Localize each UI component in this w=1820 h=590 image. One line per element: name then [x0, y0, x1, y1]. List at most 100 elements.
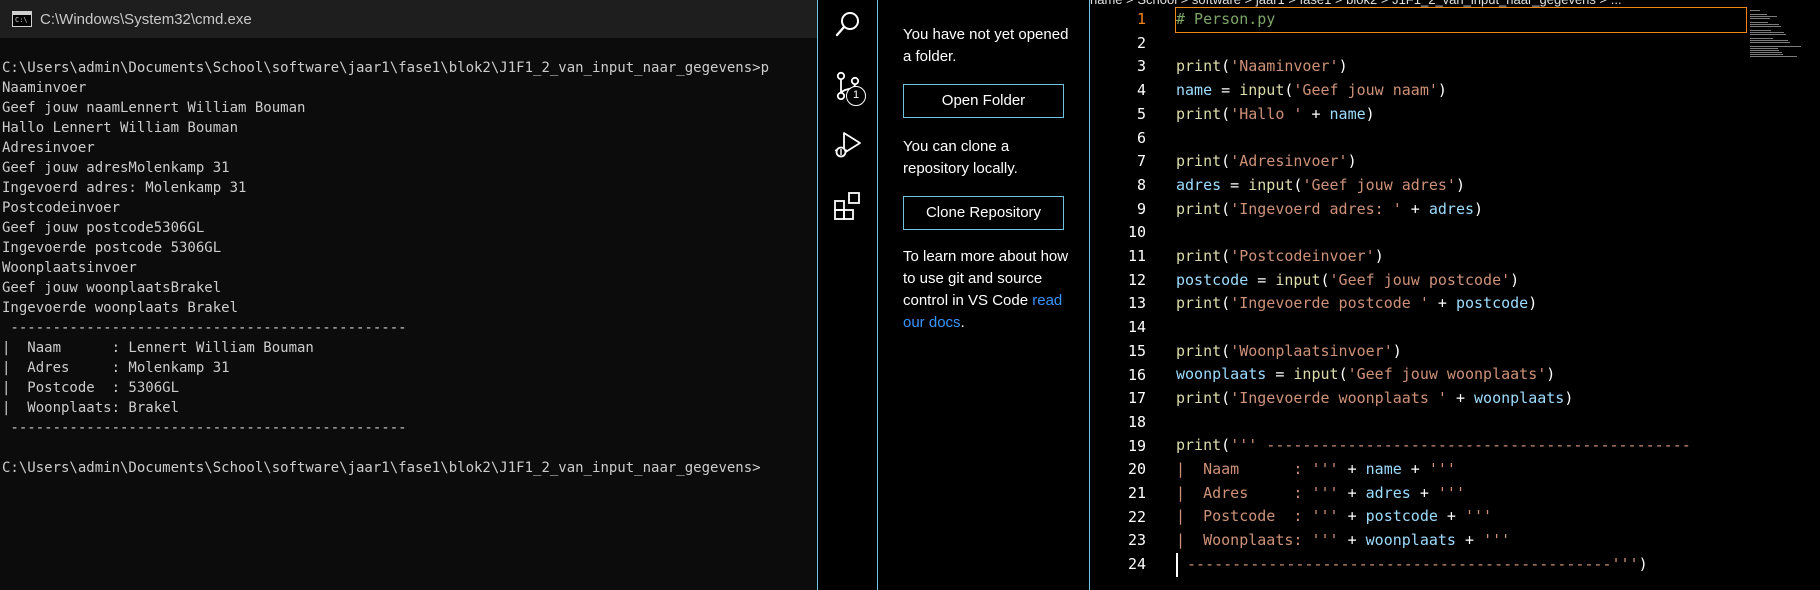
clone-repository-button[interactable]: Clone Repository — [903, 196, 1064, 230]
code-token: adres — [1365, 483, 1411, 502]
code-token: postcode — [1365, 507, 1438, 526]
code-line[interactable] — [1176, 316, 1816, 340]
code-token: 'Ingevoerd adres: ' — [1230, 199, 1402, 218]
run-debug-icon[interactable] — [832, 128, 864, 160]
code-line[interactable]: print('Ingevoerd adres: ' + adres) — [1176, 198, 1816, 222]
code-token: + — [1401, 199, 1429, 218]
code-line[interactable]: print('Hallo ' + name) — [1176, 103, 1816, 127]
code-token: ) — [1564, 389, 1574, 407]
minimap-line — [1750, 14, 1768, 15]
code-editor[interactable]: name > School > software > jaar1 > fase1… — [1090, 0, 1820, 590]
code-token: ----------------------------------------… — [1178, 554, 1639, 573]
code-line[interactable]: | Naam : ''' + name + ''' — [1176, 458, 1816, 482]
minimap-line — [1750, 22, 1768, 23]
minimap-line — [1750, 54, 1784, 55]
code-token: woonplaats — [1176, 365, 1267, 384]
minimap-line — [1750, 52, 1782, 53]
line-number: 17 — [1127, 389, 1146, 408]
code-line[interactable]: adres = input('Geef jouw adres') — [1176, 174, 1816, 198]
code-line[interactable] — [1176, 411, 1816, 435]
code-token: ( — [1221, 389, 1231, 407]
line-number: 14 — [1127, 318, 1146, 337]
code-line[interactable] — [1176, 126, 1816, 150]
minimap-line — [1750, 50, 1779, 51]
code-token: ( — [1221, 104, 1231, 123]
code-token: | Woonplaats: ''' — [1176, 531, 1339, 550]
code-line[interactable]: | Woonplaats: ''' + woonplaats + ''' — [1176, 529, 1816, 553]
code-token: ''' — [1428, 460, 1456, 479]
code-token: print — [1176, 294, 1222, 313]
code-token: ) — [1365, 104, 1375, 123]
code-token: | Adres : ''' — [1176, 483, 1339, 502]
code-line[interactable]: print('Ingevoerde postcode ' + postcode) — [1176, 292, 1816, 316]
cmd-console-output[interactable]: C:\Users\admin\Documents\School\software… — [2, 58, 817, 478]
code-token: | Postcode : ''' — [1176, 507, 1339, 526]
code-line[interactable] — [1176, 221, 1816, 245]
console-line: Woonplaatsinvoer — [2, 260, 137, 276]
code-token: 'Geef jouw woonplaats' — [1347, 365, 1547, 384]
cmd-window[interactable]: C:\ C:\Windows\System32\cmd.exe C:\Users… — [0, 0, 817, 590]
code-line[interactable]: postcode = input('Geef jouw postcode') — [1176, 269, 1816, 293]
console-line: Ingevoerd adres: Molenkamp 31 — [2, 180, 247, 196]
line-number: 1 — [1136, 10, 1146, 28]
code-line[interactable]: | Postcode : ''' + postcode + ''' — [1176, 505, 1816, 529]
extensions-icon[interactable] — [832, 190, 864, 222]
code-line[interactable]: name = input('Geef jouw naam') — [1176, 79, 1816, 103]
code-line[interactable]: ----------------------------------------… — [1176, 552, 1816, 577]
code-line[interactable]: woonplaats = input('Geef jouw woonplaats… — [1176, 363, 1816, 387]
cmd-title-bar[interactable]: C:\ C:\Windows\System32\cmd.exe — [0, 0, 817, 38]
code-token: | Naam : ''' — [1176, 460, 1339, 479]
minimap-line — [1750, 24, 1779, 25]
code-line[interactable] — [1176, 32, 1816, 56]
line-number: 3 — [1136, 57, 1146, 76]
open-folder-button[interactable]: Open Folder — [903, 84, 1064, 118]
console-line: Geef jouw woonplaatsBrakel — [2, 280, 222, 296]
code-token: ) — [1510, 270, 1520, 289]
minimap-line — [1750, 48, 1778, 49]
code-token: name — [1329, 104, 1366, 123]
code-token: ( — [1221, 341, 1231, 360]
code-line[interactable]: print('Adresinvoer') — [1176, 150, 1816, 174]
code-line[interactable]: | Adres : ''' + adres + ''' — [1176, 482, 1816, 506]
code-token: print — [1176, 152, 1222, 171]
code-token: + — [1338, 460, 1366, 479]
code-token: postcode — [1176, 270, 1249, 289]
code-line[interactable]: print('Naaminvoer') — [1176, 55, 1816, 79]
code-line[interactable]: print(''' ------------------------------… — [1176, 434, 1816, 458]
console-line: C:\Users\admin\Documents\School\software… — [2, 460, 761, 476]
code-token: ) — [1437, 81, 1447, 100]
code-token: + — [1302, 104, 1330, 123]
code-token: ) — [1474, 199, 1484, 218]
line-number: 19 — [1127, 436, 1146, 455]
code-token: = — [1221, 175, 1249, 194]
code-token: + — [1338, 507, 1366, 526]
code-token: 'Adresinvoer' — [1230, 152, 1348, 171]
code-line[interactable]: print('Postcodeinvoer') — [1176, 245, 1816, 269]
code-token: postcode — [1455, 294, 1529, 313]
console-line: | Woonplaats: Brakel — [2, 400, 180, 416]
code-token: woonplaats — [1365, 531, 1456, 550]
code-line[interactable]: print('Ingevoerde woonplaats ' + woonpla… — [1176, 387, 1816, 411]
code-token: + — [1401, 460, 1429, 479]
code-area[interactable]: # Person.py print('Naaminvoer') name = inp… — [1175, 7, 1816, 577]
line-number: 20 — [1127, 460, 1146, 479]
code-token: # Person.py — [1176, 10, 1276, 28]
no-folder-message: You have not yet opened a folder. — [903, 26, 1069, 65]
minimap-line — [1750, 42, 1790, 43]
search-icon[interactable] — [832, 8, 864, 40]
code-line[interactable]: print('Woonplaatsinvoer') — [1176, 340, 1816, 364]
code-token: 'Ingevoerde postcode ' — [1230, 294, 1429, 313]
code-token: = — [1212, 81, 1240, 100]
code-token: ( — [1320, 270, 1330, 289]
line-number-gutter: 1 2 3 4 5 6 7 8 9 10 11 12 13 14 15 16 17 18 19 20 21 22 23 24 — [1090, 8, 1146, 577]
line-number: 12 — [1127, 270, 1146, 289]
code-token: woonplaats — [1474, 389, 1565, 407]
code-token: + — [1338, 483, 1366, 502]
code-line[interactable]: # Person.py — [1175, 7, 1747, 33]
breadcrumb[interactable]: name > School > software > jaar1 > fase1… — [1090, 0, 1750, 8]
code-token: ''' ------------------------------------… — [1230, 436, 1691, 455]
code-token: name — [1365, 460, 1402, 479]
minimap[interactable] — [1750, 10, 1806, 57]
code-token: ( — [1221, 152, 1231, 171]
line-number: 21 — [1127, 484, 1146, 503]
